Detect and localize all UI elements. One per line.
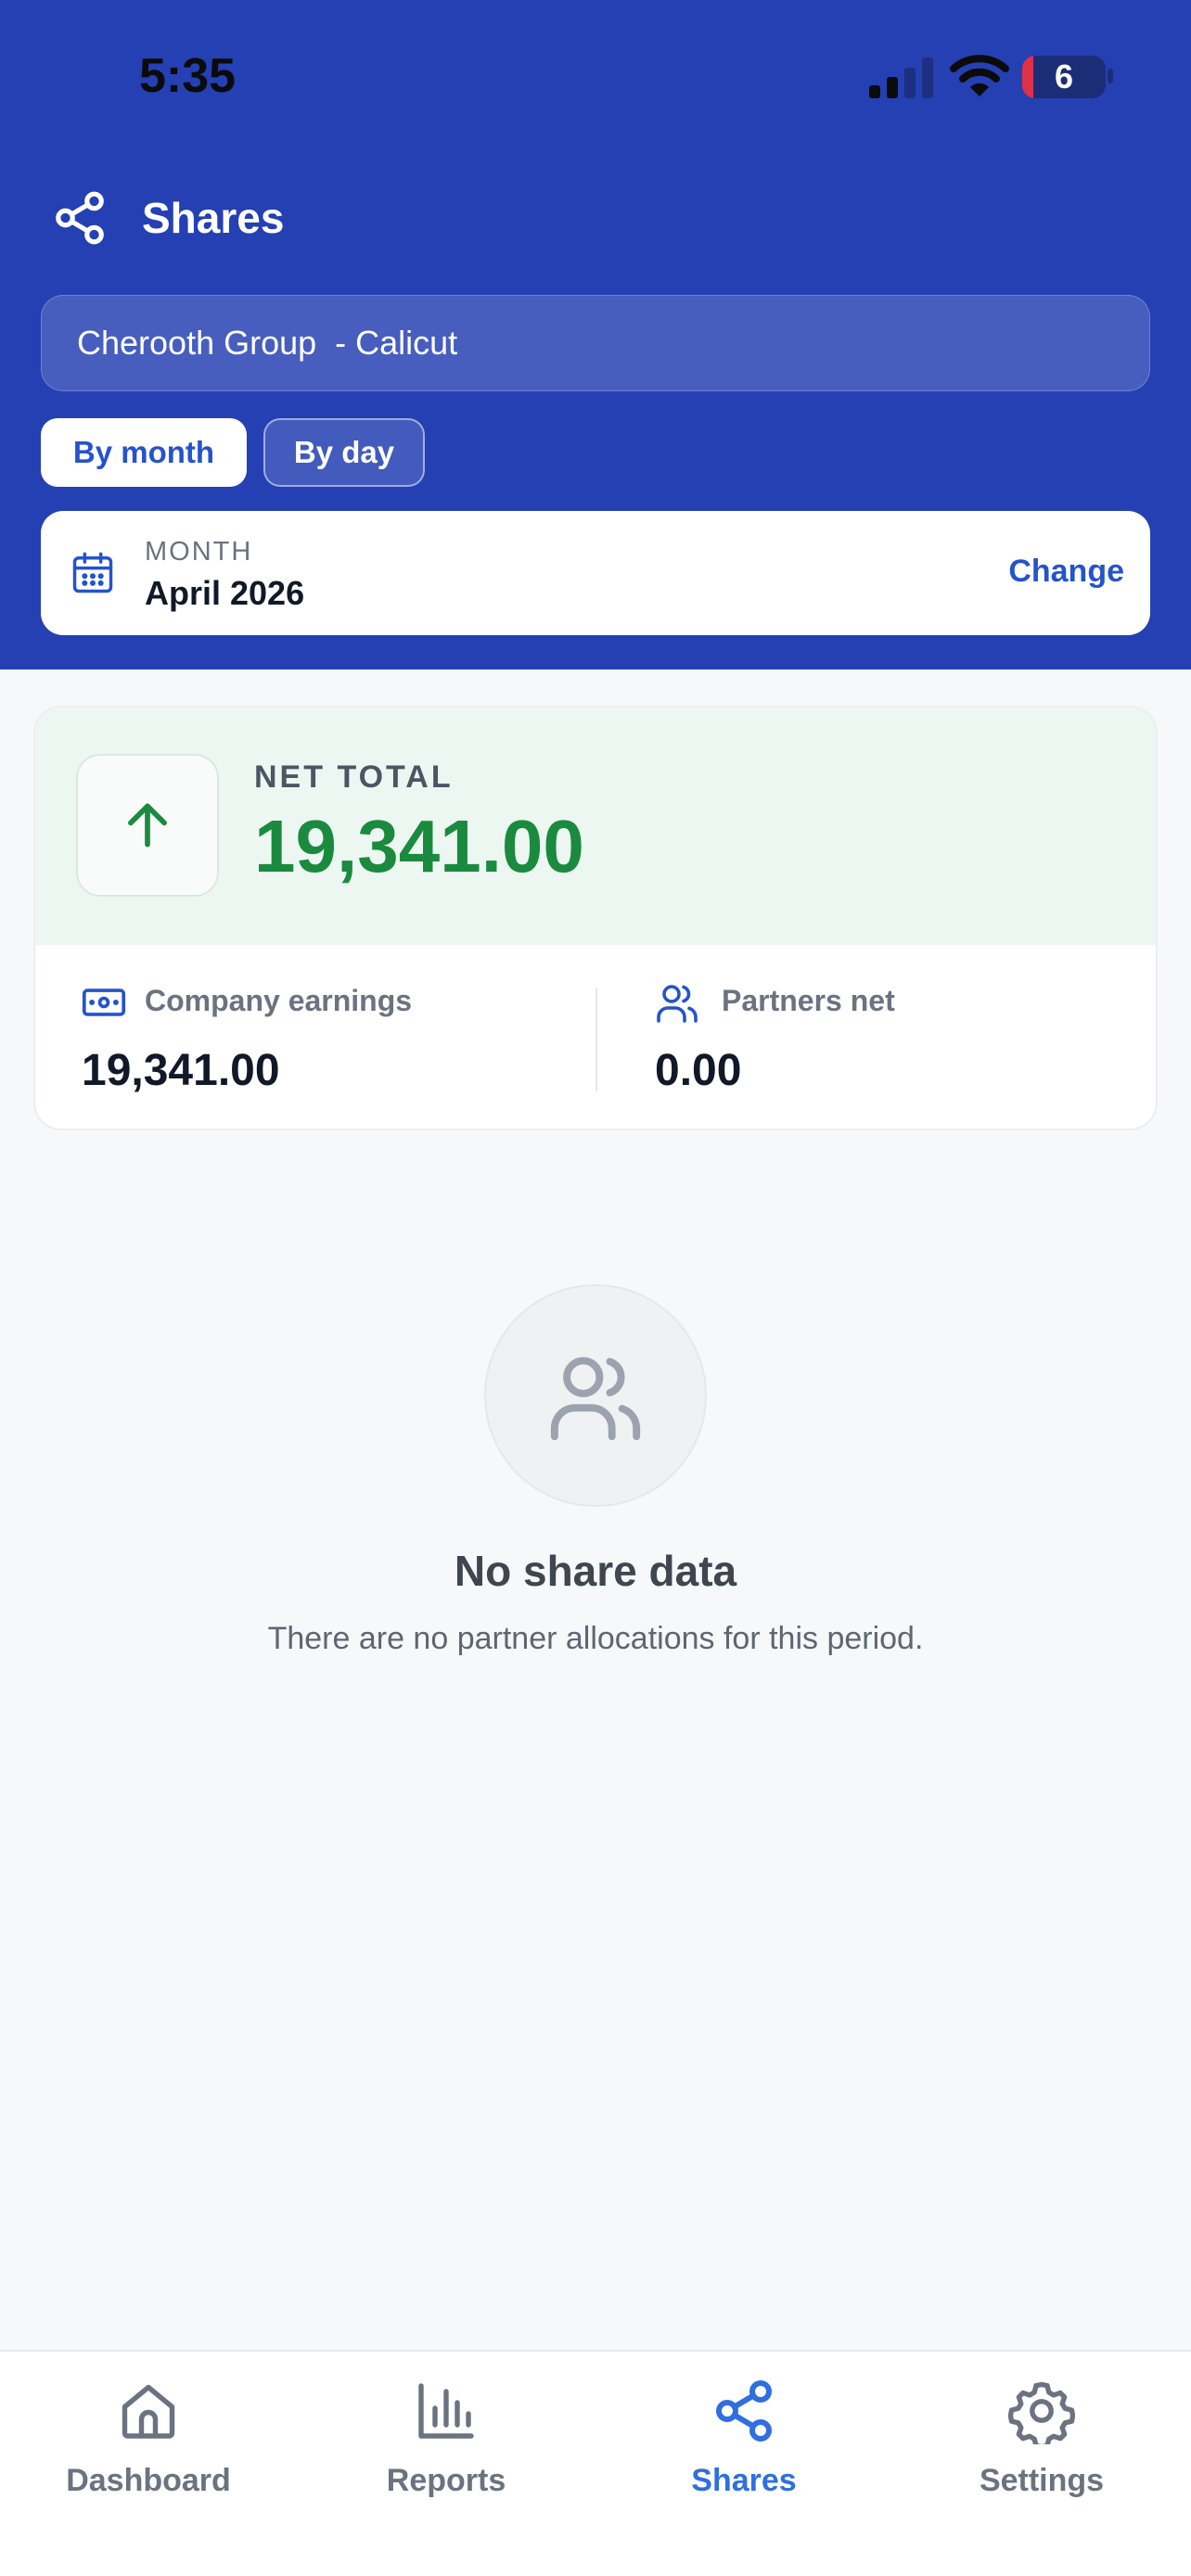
summary-card: NET TOTAL 19,341.00 Company earnings 19,…: [33, 706, 1158, 1130]
users-icon: [657, 985, 698, 1023]
users-icon: [550, 1357, 641, 1441]
tab-label: Dashboard: [66, 2463, 231, 2498]
share-icon: [56, 191, 104, 245]
tab-dashboard[interactable]: Dashboard: [0, 2370, 297, 2500]
by-month-toggle[interactable]: By month: [41, 418, 247, 487]
tab-label: Shares: [691, 2463, 797, 2498]
partners-net-value: 0.00: [655, 1046, 742, 1095]
tab-label: Reports: [386, 2463, 506, 2498]
month-picker: MONTH April 2026 Change: [41, 511, 1150, 635]
page-title: Shares: [142, 194, 285, 242]
tab-shares[interactable]: Shares: [596, 2370, 892, 2500]
tab-reports[interactable]: Reports: [298, 2370, 595, 2500]
money-icon: [82, 988, 126, 1016]
by-day-toggle[interactable]: By day: [263, 418, 425, 487]
month-label: MONTH: [145, 537, 253, 567]
trend-badge: [76, 754, 219, 897]
branch-select[interactable]: Cherooth Group - Calicut: [41, 295, 1150, 391]
header: 5:35 6 Shares Cherooth Group - Calicut B…: [0, 0, 1191, 670]
empty-state-illustration: [484, 1284, 707, 1507]
partners-net-stat: Partners net 0.00: [596, 945, 1156, 1129]
calendar-icon: [72, 552, 113, 593]
arrow-up-icon: [128, 803, 167, 848]
bar-chart-icon: [418, 2383, 474, 2439]
page-header: Shares: [51, 185, 284, 250]
wifi-icon: [950, 55, 1009, 96]
empty-state-message: There are no partner allocations for thi…: [267, 1621, 924, 1656]
tab-label: Settings: [979, 2463, 1105, 2498]
cellular-signal-icon: [869, 57, 933, 98]
company-earnings-stat: Company earnings 19,341.00: [35, 945, 596, 1129]
home-icon: [122, 2384, 175, 2439]
bottom-tab-bar: Dashboard Reports Shares Settings: [0, 2350, 1191, 2576]
gear-icon: [1008, 2381, 1075, 2444]
month-value: April 2026: [145, 574, 305, 612]
net-total-label: NET TOTAL: [254, 759, 454, 795]
partners-net-label: Partners net: [722, 984, 895, 1017]
company-earnings-label: Company earnings: [145, 984, 413, 1017]
net-total-value: 19,341.00: [254, 805, 584, 887]
battery-level: 6: [1054, 57, 1074, 96]
change-month-button[interactable]: Change: [1008, 554, 1124, 590]
battery-indicator: 6: [1022, 56, 1106, 98]
empty-state-title: No share data: [454, 1547, 737, 1595]
battery-cap: [1108, 69, 1113, 83]
tab-settings[interactable]: Settings: [893, 2370, 1190, 2500]
status-time: 5:35: [139, 49, 237, 103]
share-icon: [716, 2380, 772, 2442]
company-earnings-value: 19,341.00: [82, 1046, 280, 1095]
net-total-section: NET TOTAL 19,341.00: [35, 708, 1156, 945]
